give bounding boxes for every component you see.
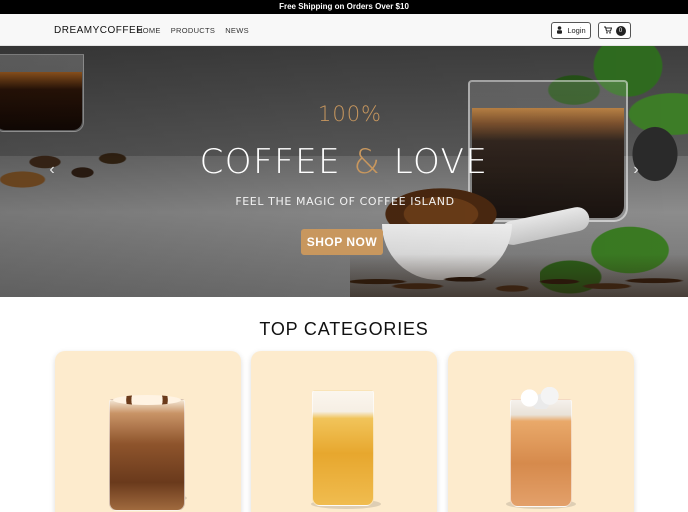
nav-home[interactable]: HOME <box>137 26 161 35</box>
category-card-iced-mocha[interactable] <box>55 351 241 512</box>
iced-tea-image <box>312 390 374 506</box>
shop-now-button[interactable]: SHOP NOW <box>301 229 383 255</box>
cart-icon <box>603 26 612 36</box>
login-label: Login <box>567 26 586 35</box>
hero-title-part1: COFFEE <box>199 142 354 182</box>
hero-title-amp: & <box>353 142 382 182</box>
hero-tagline: FEEL THE MAGIC OF COFFEE ISLAND <box>235 195 455 208</box>
cart-count-badge: 0 <box>615 25 626 36</box>
category-card-iced-tea[interactable] <box>251 351 437 512</box>
hero-title-part2: LOVE <box>381 142 489 182</box>
nav-products[interactable]: PRODUCTS <box>171 26 216 35</box>
navbar: DREAMYCOFFEE HOME PRODUCTS NEWS Login 0 <box>0 14 688 46</box>
nav-news[interactable]: NEWS <box>225 26 249 35</box>
cart-button[interactable]: 0 <box>598 22 631 39</box>
iced-mocha-image <box>109 399 185 511</box>
iced-latte-image <box>510 399 572 507</box>
cream-topping-image <box>113 395 181 405</box>
hero-eyebrow: 100% <box>317 102 383 126</box>
category-card-iced-latte[interactable] <box>448 351 634 512</box>
hero-title: COFFEE & LOVE <box>0 142 688 182</box>
hero-banner: 100% COFFEE & LOVE FEEL THE MAGIC OF COF… <box>0 46 688 297</box>
chevron-left-icon[interactable]: ‹ <box>44 160 60 180</box>
shipping-announcement: Free Shipping on Orders Over $10 <box>0 0 688 14</box>
user-icon <box>556 25 563 36</box>
login-button[interactable]: Login <box>551 22 591 39</box>
brand-logo[interactable]: DREAMYCOFFEE <box>54 25 143 36</box>
top-categories-title: TOP CATEGORIES <box>259 319 429 339</box>
ice-cubes-image <box>512 387 570 409</box>
chevron-right-icon[interactable]: › <box>628 160 644 180</box>
nav-links: HOME PRODUCTS NEWS <box>137 26 249 35</box>
